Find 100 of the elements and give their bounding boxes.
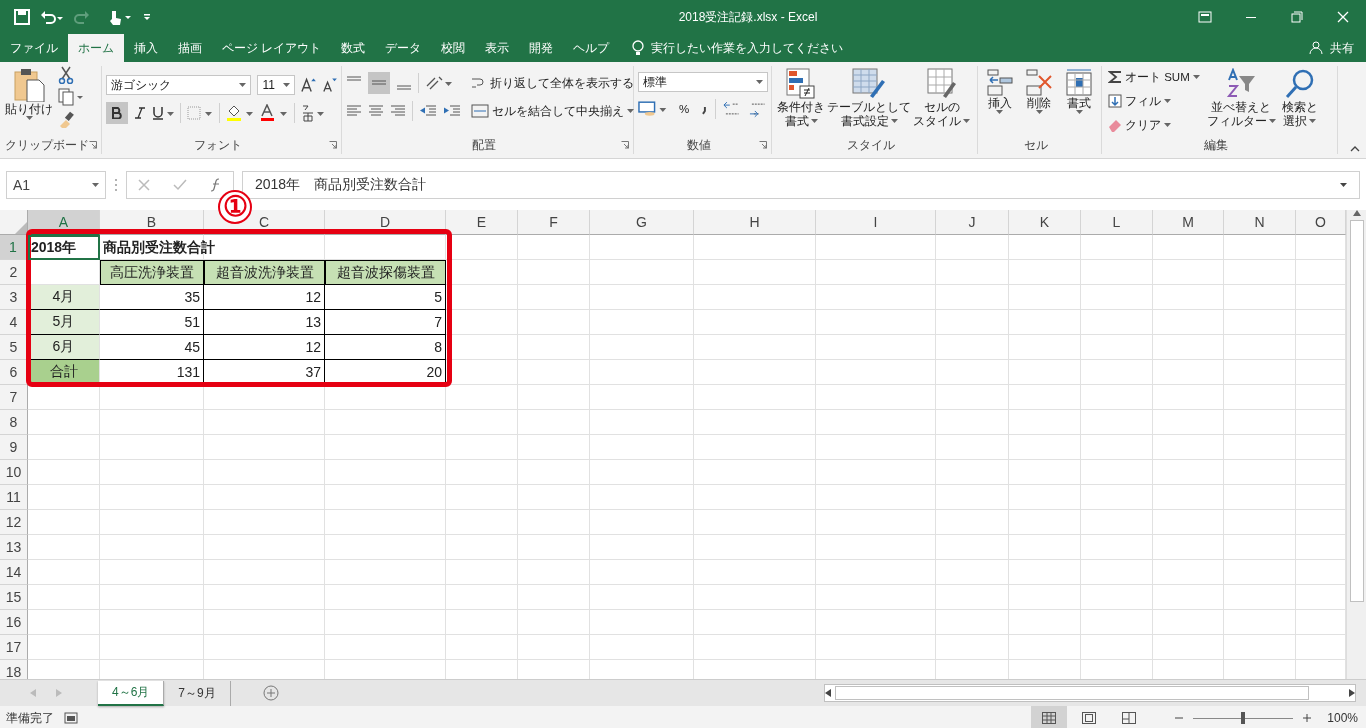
merge-center-button[interactable]: セルを結合して中央揃え (469, 100, 636, 122)
caret-icon[interactable] (239, 83, 247, 87)
column-header[interactable]: K (1009, 210, 1081, 235)
table-cell[interactable]: 商品別受注数合計 (100, 235, 325, 260)
table-cell[interactable]: 12 (204, 335, 325, 360)
ribbon-tab[interactable]: 数式 (331, 34, 376, 62)
table-cell[interactable]: 45 (100, 335, 204, 360)
lightbulb-icon[interactable] (631, 40, 646, 56)
caret-icon[interactable] (1340, 182, 1347, 187)
touch-icon[interactable] (108, 9, 132, 25)
shrink-font-icon[interactable] (322, 77, 337, 93)
insert-cells-icon[interactable] (985, 68, 1014, 96)
phonetic-icon[interactable] (301, 104, 325, 122)
caret-icon[interactable] (1164, 99, 1171, 103)
row-header[interactable]: 5 (0, 335, 28, 360)
decrease-decimal-icon[interactable] (747, 100, 767, 118)
ribbon-tab[interactable]: 描画 (168, 34, 212, 62)
caret-icon[interactable] (756, 80, 763, 84)
increase-indent-icon[interactable] (443, 103, 461, 119)
sheet-tab[interactable]: 4～6月 (98, 680, 165, 706)
underline-icon[interactable] (152, 106, 174, 120)
caret-icon[interactable] (1268, 119, 1276, 123)
tell-me-field[interactable]: 実行したい作業を入力してください (651, 39, 844, 57)
maximize-icon[interactable] (1291, 11, 1303, 23)
column-header[interactable]: M (1153, 210, 1224, 235)
font-size-dropdown[interactable]: 11 (257, 75, 296, 95)
wrap-text-button[interactable]: 折り返して全体を表示する (469, 72, 636, 94)
dialog-launcher-icon[interactable] (89, 141, 97, 149)
row-header[interactable]: 12 (0, 510, 28, 535)
delete-cells-icon[interactable] (1025, 68, 1054, 96)
column-header[interactable]: E (446, 210, 518, 235)
grow-font-icon[interactable] (301, 77, 317, 93)
name-box[interactable]: A1 (6, 170, 106, 199)
row-header[interactable]: 16 (0, 610, 28, 635)
format-painter-icon[interactable] (58, 110, 74, 128)
row-header[interactable]: 6 (0, 360, 28, 385)
scroll-left-icon[interactable] (825, 689, 831, 697)
column-header[interactable]: J (936, 210, 1009, 235)
caret-icon[interactable] (283, 83, 291, 87)
table-cell[interactable]: 5 (325, 285, 446, 310)
collapse-ribbon-icon[interactable] (1350, 146, 1360, 152)
row-header[interactable]: 11 (0, 485, 28, 510)
column-header[interactable]: N (1224, 210, 1296, 235)
customize-icon[interactable] (142, 12, 152, 22)
row-header[interactable]: 3 (0, 285, 28, 310)
ribbon-tab[interactable]: 開発 (519, 34, 564, 62)
column-header[interactable]: H (694, 210, 816, 235)
sigma-icon[interactable] (1108, 70, 1122, 84)
fill-down-icon[interactable] (1108, 94, 1122, 108)
row-header[interactable]: 4 (0, 310, 28, 335)
undo-icon[interactable] (40, 9, 64, 25)
merge-cells-icon[interactable] (471, 103, 489, 119)
cells-button[interactable]: 削除 (1024, 66, 1055, 136)
table-cell[interactable]: 12 (204, 285, 325, 310)
table-cell[interactable]: 8 (325, 335, 446, 360)
caret-icon[interactable] (25, 116, 33, 120)
ribbon-tab[interactable]: 表示 (475, 34, 520, 62)
ribbon-tab[interactable]: ホーム (68, 34, 124, 62)
percent-button[interactable]: % (673, 98, 696, 120)
row-header[interactable]: 1 (0, 235, 28, 260)
scrollbar-thumb[interactable] (1349, 220, 1364, 602)
column-header[interactable]: O (1296, 210, 1346, 235)
row-header[interactable]: 2 (0, 260, 28, 285)
view-button[interactable] (1031, 706, 1068, 728)
ribbon-display-icon[interactable] (1198, 11, 1212, 23)
fill-color-icon[interactable] (226, 104, 254, 122)
table-cell[interactable]: 13 (204, 310, 325, 335)
ribbon-tab[interactable]: ファイル (0, 34, 68, 62)
table-cell[interactable]: 35 (100, 285, 204, 310)
font-name-dropdown[interactable]: 游ゴシック (106, 75, 252, 95)
row-header[interactable]: 8 (0, 410, 28, 435)
number-format-dropdown[interactable]: 標準 (638, 72, 768, 92)
caret-icon[interactable] (996, 110, 1004, 114)
caret-icon[interactable] (627, 109, 634, 113)
table-cell[interactable]: 高圧洗浄装置 (100, 260, 204, 285)
dialog-launcher-icon[interactable] (329, 141, 337, 149)
clipboard-icon[interactable] (13, 68, 45, 102)
borders-icon[interactable] (187, 106, 213, 120)
scrollbar-thumb[interactable] (835, 686, 1309, 700)
function-icon[interactable] (209, 177, 222, 192)
style-button[interactable]: セルの スタイル (912, 66, 971, 136)
dialog-launcher-icon[interactable] (759, 141, 767, 149)
cut-icon[interactable] (58, 66, 74, 84)
grid-view-icon[interactable] (1042, 712, 1057, 724)
font-color-icon[interactable] (260, 104, 288, 122)
italic-icon[interactable] (134, 107, 146, 119)
sort-filter-button[interactable]: 並べ替えと フィルター (1205, 66, 1277, 136)
dialog-launcher-icon[interactable] (621, 141, 629, 149)
page-break-icon[interactable] (1122, 712, 1137, 724)
table-cell[interactable]: 5月 (28, 310, 100, 335)
zoom-slider-thumb[interactable] (1241, 711, 1246, 724)
caret-icon[interactable] (963, 119, 970, 123)
sort-filter-icon[interactable] (1225, 68, 1258, 100)
row-header[interactable]: 9 (0, 435, 28, 460)
caret-icon[interactable] (1164, 123, 1171, 127)
bold-button[interactable] (106, 102, 128, 124)
style-button[interactable]: 条件付き 書式 (776, 66, 826, 136)
caret-icon[interactable] (1192, 75, 1200, 79)
caret-icon[interactable] (810, 119, 818, 123)
row-header[interactable]: 14 (0, 560, 28, 585)
